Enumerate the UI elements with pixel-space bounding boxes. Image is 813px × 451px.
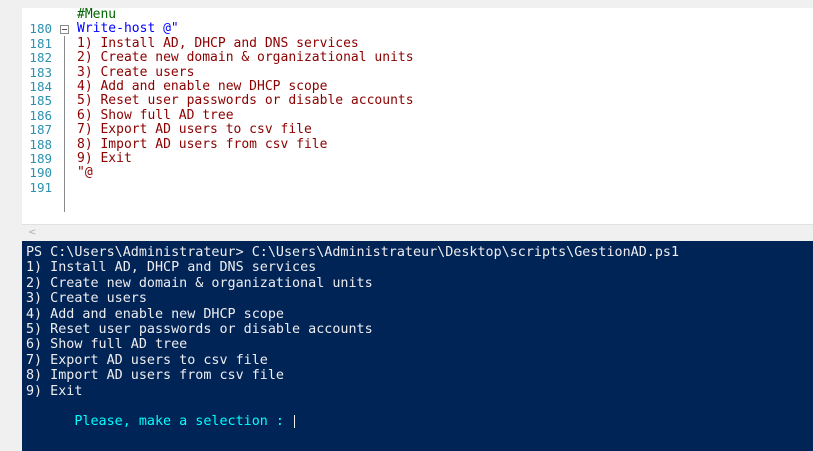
editor-line-191[interactable]: 191 "@: [22, 165, 813, 194]
editor-line-187[interactable]: 187 6) Show full AD tree: [22, 107, 813, 137]
code-text: "@: [77, 165, 93, 181]
code-text: 3) Create users: [77, 64, 195, 80]
script-editor-pane[interactable]: 180 #Menu 181 Write-host @" 182 1) Insta…: [22, 8, 813, 224]
console-menu-line: 6) Show full AD tree: [26, 337, 188, 353]
console-menu-line: 2) Create new domain & organizational un…: [26, 275, 373, 291]
powershell-ise-window: 180 #Menu 181 Write-host @" 182 1) Insta…: [0, 0, 813, 451]
console-menu-line: 8) Import AD users from csv file: [26, 368, 284, 384]
editor-line-180[interactable]: 180 #Menu: [22, 8, 813, 36]
console-menu-line: 9) Exit: [26, 383, 83, 399]
code-text: Write-host @": [77, 21, 179, 37]
selection-prompt[interactable]: Please, make a selection :: [26, 399, 296, 429]
console-menu-line: 1) Install AD, DHCP and DNS services: [26, 260, 317, 276]
console-command-line: PS C:\Users\Administrateur> C:\Users\Adm…: [26, 245, 680, 260]
code-text: #Menu: [77, 8, 117, 22]
editor-line-189[interactable]: 189 8) Import AD users from csv file: [22, 136, 813, 166]
editor-line-184[interactable]: 184 3) Create users: [22, 64, 813, 94]
console-menu-line: 7) Export AD users to csv file: [26, 352, 268, 368]
code-text: 6) Show full AD tree: [77, 107, 234, 123]
code-text: 2) Create new domain & organizational un…: [77, 50, 414, 66]
console-pane[interactable]: PS C:\Users\Administrateur> C:\Users\Adm…: [22, 241, 813, 451]
text-cursor: [294, 414, 296, 428]
code-text: 1) Install AD, DHCP and DNS services: [77, 35, 359, 51]
code-text: 9) Exit: [77, 151, 132, 166]
horizontal-scrollbar[interactable]: <: [22, 224, 813, 239]
editor-line-182[interactable]: 182 1) Install AD, DHCP and DNS services: [22, 35, 813, 65]
line-number: 191: [29, 179, 52, 195]
editor-line-186[interactable]: 186 5) Reset user passwords or disable a…: [22, 93, 813, 122]
code-text: 8) Import AD users from csv file: [77, 136, 328, 152]
editor-line-183[interactable]: 183 2) Create new domain & organizationa…: [22, 50, 813, 79]
editor-line-188[interactable]: 188 7) Export AD users to csv file: [22, 122, 813, 151]
editor-line-181[interactable]: 181 Write-host @": [22, 21, 813, 50]
editor-line-185[interactable]: 185 4) Add and enable new DHCP scope: [22, 79, 813, 108]
console-menu-line: 3) Create users: [26, 291, 147, 307]
collapse-icon[interactable]: [60, 25, 69, 35]
code-text: 7) Export AD users to csv file: [77, 122, 312, 138]
console-menu-line: 5) Reset user passwords or disable accou…: [26, 322, 373, 337]
console-menu-line: 4) Add and enable new DHCP scope: [26, 306, 284, 322]
prompt-text: Please, make a selection :: [74, 414, 293, 430]
code-text: 5) Reset user passwords or disable accou…: [77, 93, 414, 109]
editor-line-190[interactable]: 190 9) Exit: [22, 151, 813, 180]
scroll-left-icon[interactable]: <: [28, 227, 36, 238]
code-text: 4) Add and enable new DHCP scope: [77, 79, 328, 94]
